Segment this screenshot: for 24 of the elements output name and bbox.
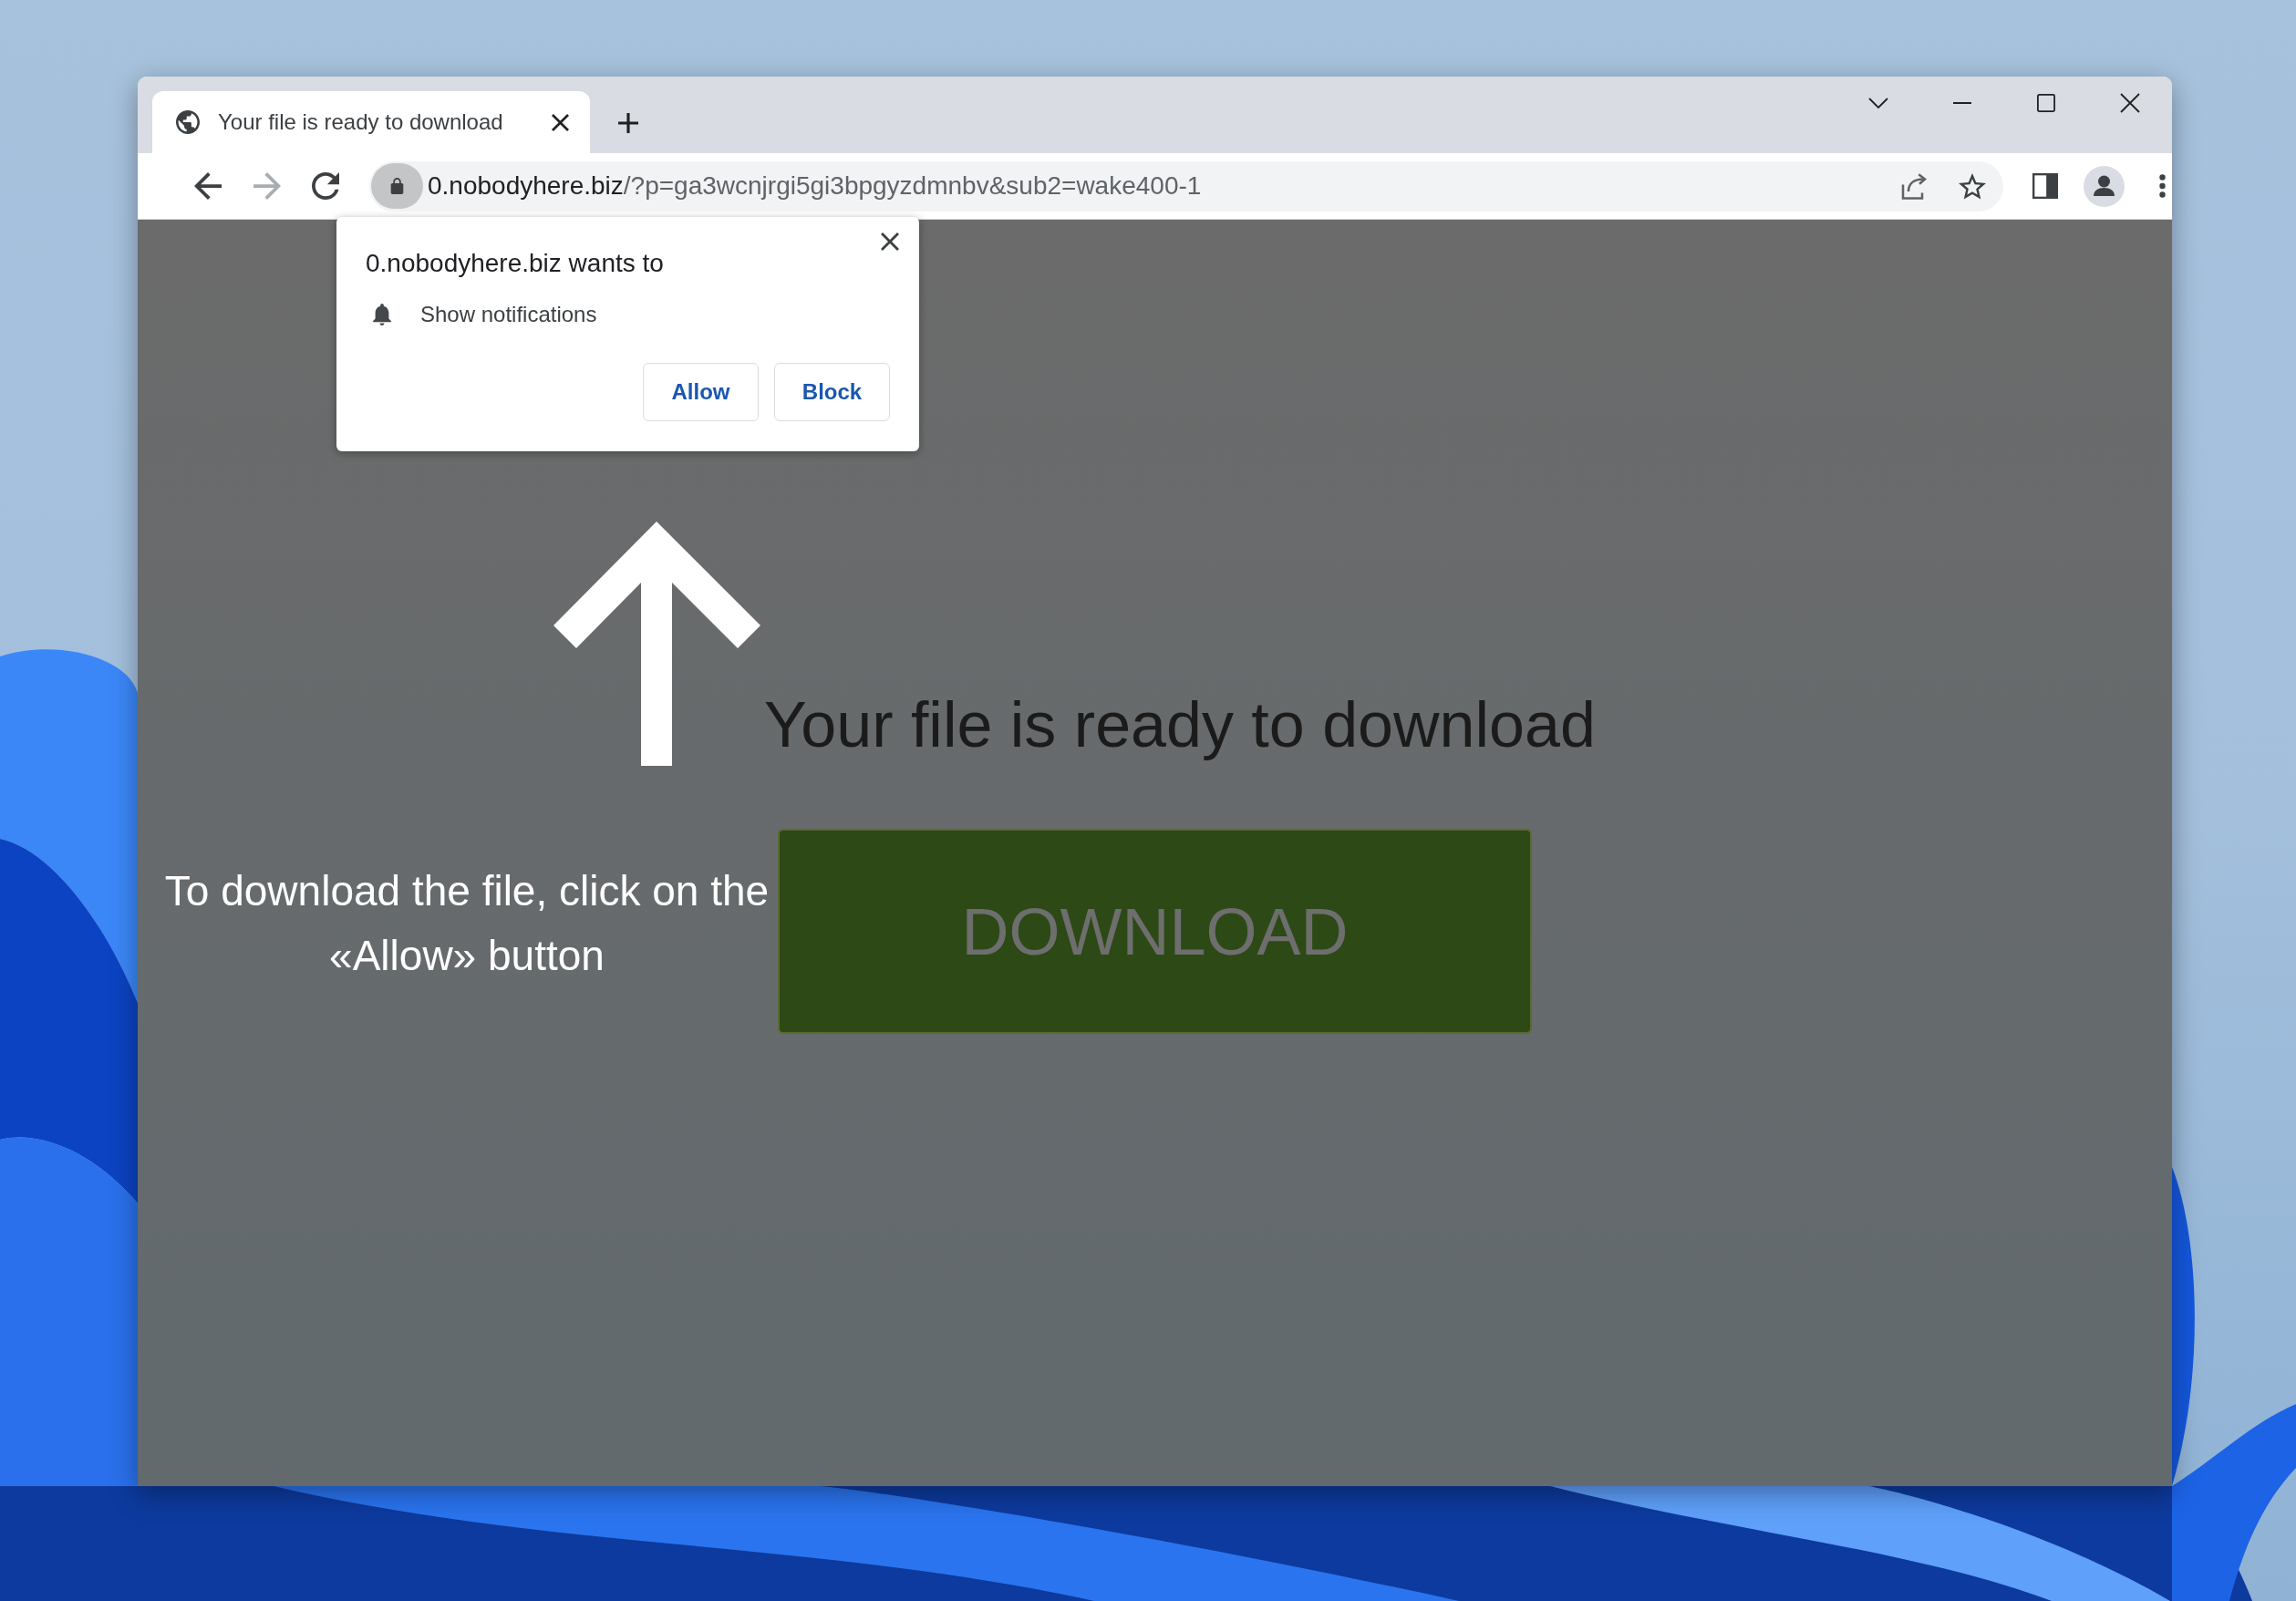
maximize-icon[interactable] bbox=[2037, 94, 2055, 112]
side-panel-icon[interactable] bbox=[2032, 173, 2058, 199]
up-arrow-icon bbox=[553, 522, 760, 766]
close-icon[interactable] bbox=[2120, 93, 2140, 113]
lock-icon[interactable] bbox=[371, 163, 423, 209]
reload-icon[interactable] bbox=[312, 172, 339, 200]
more-menu-icon[interactable] bbox=[2159, 174, 2166, 198]
permission-label: Show notifications bbox=[420, 301, 597, 328]
share-icon[interactable] bbox=[1900, 172, 1928, 200]
chevron-down-icon[interactable] bbox=[1868, 97, 1888, 109]
arrow-left-icon[interactable] bbox=[194, 172, 222, 200]
star-icon[interactable] bbox=[1959, 172, 1986, 200]
popup-title: 0.nobodyhere.biz wants to bbox=[366, 248, 664, 279]
browser-tab[interactable]: Your file is ready to download bbox=[152, 91, 590, 153]
instruction-text: To download the file, click on the «Allow» button bbox=[163, 866, 771, 981]
close-icon[interactable] bbox=[552, 113, 569, 131]
bell-icon bbox=[373, 304, 391, 325]
profile-avatar-icon[interactable] bbox=[2084, 165, 2125, 207]
close-icon[interactable] bbox=[881, 232, 899, 251]
block-button[interactable]: Block bbox=[774, 363, 890, 421]
globe-icon bbox=[176, 110, 200, 134]
plus-icon[interactable] bbox=[618, 113, 638, 133]
allow-button[interactable]: Allow bbox=[643, 363, 759, 421]
address-bar[interactable]: 0.nobodyhere.biz/?p=ga3wcnjrgi5gi3bpgyzdmnbv&sub2=wake400-1 bbox=[369, 160, 2003, 212]
